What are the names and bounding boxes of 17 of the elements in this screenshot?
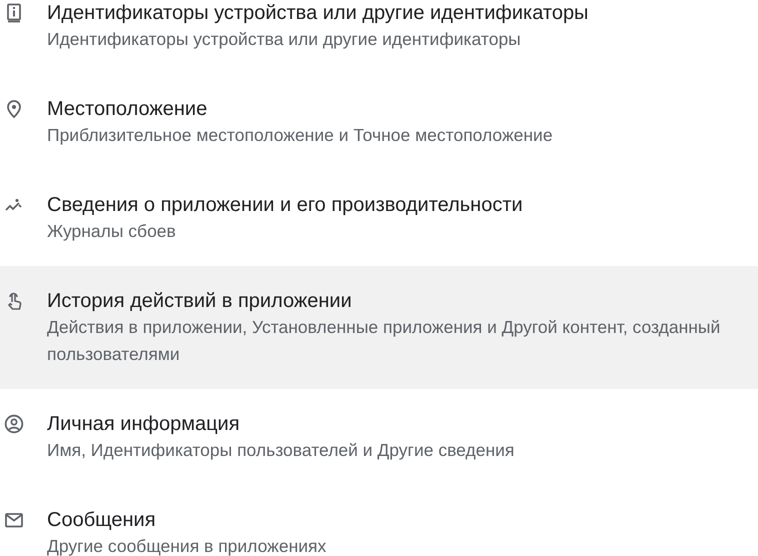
- item-description: Идентификаторы устройства или другие идентификаторы: [47, 28, 522, 51]
- item-title: Идентификаторы устройства или другие идентификаторы: [47, 1, 590, 26]
- item-description: Приблизительное местоположение и Точное местоположение: [47, 124, 554, 147]
- item-description: Другие сообщения в приложениях: [47, 535, 328, 556]
- item-title: Местоположение: [47, 97, 208, 122]
- item-description: Имя, Идентификаторы пользователей и Другие сведения: [47, 439, 516, 462]
- item-title: Сообщения: [47, 508, 157, 533]
- item-description: Журналы сбоев: [47, 220, 177, 243]
- list-item-highlight[interactable]: История действий в приложении Действия в приложении, Установленные приложения и Другой контент, созданный пользователями: [0, 266, 758, 389]
- item-title: Личная информация: [47, 412, 241, 437]
- info-device-icon: [4, 3, 24, 23]
- person-circle-icon: [4, 414, 24, 434]
- item-title: История действий в приложении: [47, 289, 353, 314]
- item-title: Сведения о приложении и его производительности: [47, 193, 524, 218]
- location-pin-icon: [4, 99, 24, 119]
- item-description: Действия в приложении, Установленные приложения и Другой контент, созданный пользователями: [47, 316, 722, 366]
- envelope-icon: [4, 510, 24, 530]
